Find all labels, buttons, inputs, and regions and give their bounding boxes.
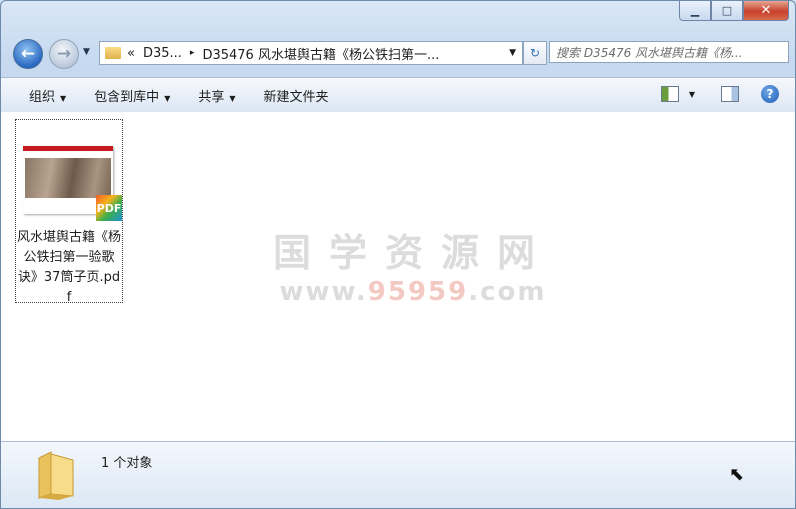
pdf-file-icon: PDF: [96, 195, 122, 221]
navigation-bar: ← → ▼ « D35... ▸ D35476 风水堪舆古籍《杨公铁扫第一...…: [11, 39, 789, 69]
breadcrumb-current[interactable]: D35476 风水堪舆古籍《杨公铁扫第一...: [202, 44, 439, 63]
chevron-down-icon: ▼: [60, 93, 67, 103]
share-menu[interactable]: 共享 ▼: [198, 86, 235, 105]
minimize-button[interactable]: ▁: [679, 1, 711, 21]
explorer-window: ▁ □ ✕ ← → ▼ « D35... ▸ D35476 风水堪舆古籍《杨公铁…: [0, 0, 796, 509]
folder-icon: [105, 47, 121, 59]
breadcrumb-parent[interactable]: D35...: [143, 46, 182, 61]
breadcrumb-overflow[interactable]: «: [127, 46, 135, 61]
details-pane: 1 个对象 ⬉: [1, 441, 795, 508]
forward-button[interactable]: →: [49, 39, 79, 69]
organize-label: 组织: [29, 89, 56, 105]
watermark-url: www.95959.com: [273, 277, 553, 307]
search-input[interactable]: 搜索 D35476 风水堪舆古籍《杨...: [549, 41, 789, 63]
watermark-url-suffix: .com: [468, 277, 547, 307]
help-icon[interactable]: ?: [761, 85, 779, 103]
scanned-page-image: [25, 158, 111, 198]
share-label: 共享: [198, 89, 225, 105]
command-bar: 组织 ▼ 包含到库中 ▼ 共享 ▼ 新建文件夹 ▼ ?: [1, 77, 795, 113]
back-button[interactable]: ←: [13, 39, 43, 69]
watermark-title: 国学资源网: [273, 231, 554, 275]
breadcrumb-separator-icon[interactable]: ▸: [190, 48, 195, 58]
view-controls: ▼ ?: [660, 85, 779, 103]
file-list[interactable]: 国学资源网 www.95959.com PDF 风水堪舆古籍《杨公铁扫第一验歌诀…: [1, 112, 795, 441]
mouse-pointer-icon: ⬉: [729, 464, 745, 485]
include-in-library-menu[interactable]: 包含到库中 ▼: [94, 86, 170, 105]
file-item-pdf[interactable]: PDF 风水堪舆古籍《杨公铁扫第一验歌诀》37筒子页.pdf: [15, 119, 123, 305]
address-dropdown-icon[interactable]: ▼: [509, 48, 516, 58]
address-bar[interactable]: « D35... ▸ D35476 风水堪舆古籍《杨公铁扫第一... ▼: [99, 41, 523, 65]
folder-icon: [38, 451, 74, 500]
history-dropdown-icon[interactable]: ▼: [83, 47, 90, 57]
watermark: 国学资源网 www.95959.com: [273, 222, 553, 307]
thumbnail-header-bar: [23, 146, 113, 151]
maximize-button[interactable]: □: [711, 1, 743, 21]
chevron-down-icon: ▼: [229, 93, 236, 103]
watermark-url-prefix: www.: [279, 277, 368, 307]
refresh-button[interactable]: ↻: [523, 41, 547, 65]
include-in-library-label: 包含到库中: [94, 89, 160, 105]
watermark-url-number: 95959: [367, 277, 469, 307]
change-view-icon[interactable]: [660, 86, 679, 102]
close-button[interactable]: ✕: [743, 1, 789, 21]
preview-pane-icon[interactable]: [721, 86, 739, 102]
file-name-label: 风水堪舆古籍《杨公铁扫第一验歌诀》37筒子页.pdf: [16, 230, 121, 305]
view-options-dropdown-icon[interactable]: ▼: [689, 90, 695, 99]
organize-menu[interactable]: 组织 ▼: [29, 86, 66, 105]
new-folder-button[interactable]: 新建文件夹: [264, 86, 329, 105]
caption-buttons: ▁ □ ✕: [679, 1, 789, 21]
chevron-down-icon: ▼: [164, 93, 171, 103]
item-count-status: 1 个对象: [101, 456, 153, 471]
